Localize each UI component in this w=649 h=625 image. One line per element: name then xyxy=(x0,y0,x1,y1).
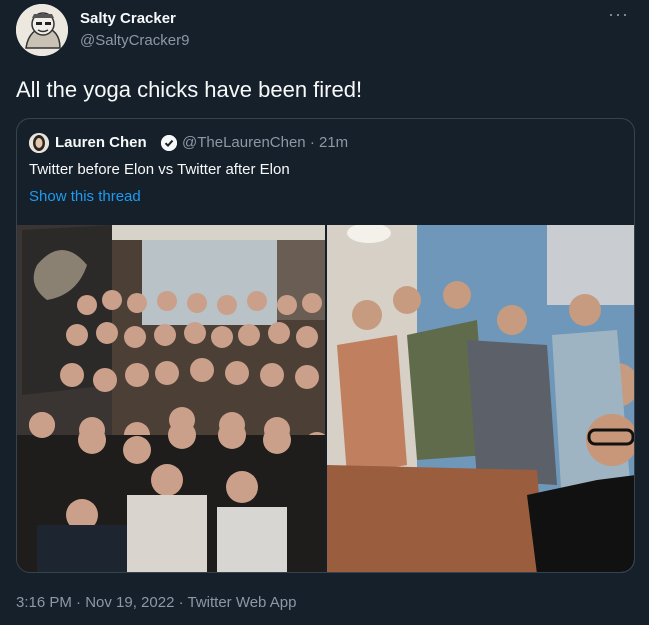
author-avatar[interactable] xyxy=(16,4,68,56)
author-handle[interactable]: @SaltyCracker9 xyxy=(80,32,189,49)
quoted-author-handle[interactable]: @TheLaurenChen · 21m xyxy=(182,134,348,151)
quoted-author-name[interactable]: Lauren Chen xyxy=(55,134,147,151)
tweet-header: Salty Cracker @SaltyCracker9 ··· xyxy=(16,4,633,60)
author-display-name[interactable]: Salty Cracker xyxy=(80,10,176,27)
tweet-text: All the yoga chicks have been fired! xyxy=(16,77,363,102)
quoted-media[interactable] xyxy=(17,225,634,572)
tweet-timestamp[interactable]: 3:16 PM · Nov 19, 2022 · Twitter Web App xyxy=(16,594,296,611)
quoted-handle-text: @TheLaurenChen xyxy=(182,134,306,151)
photo-twitter-after[interactable] xyxy=(327,225,634,572)
quoted-time: · 21m xyxy=(309,134,349,151)
show-thread-link[interactable]: Show this thread xyxy=(29,188,141,205)
quoted-tweet-text: Twitter before Elon vs Twitter after Elo… xyxy=(29,161,290,178)
quoted-tweet[interactable]: Lauren Chen @TheLaurenChen · 21m Twitter… xyxy=(16,118,635,573)
quoted-author-avatar[interactable] xyxy=(29,133,49,153)
verified-badge-icon xyxy=(161,135,177,151)
photo-twitter-before[interactable] xyxy=(17,225,325,572)
more-options-icon[interactable]: ··· xyxy=(608,4,629,25)
